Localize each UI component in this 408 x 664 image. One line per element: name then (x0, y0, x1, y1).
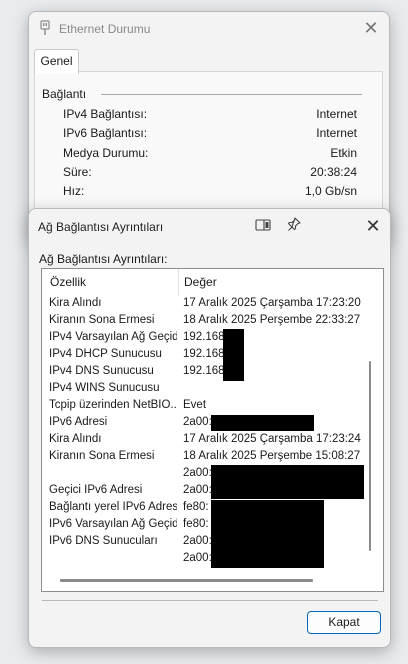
footer-divider (42, 600, 378, 601)
media-state-label: Medya Durumu: (63, 146, 149, 160)
list-item[interactable]: IPv4 WINS Sunucusu (42, 382, 383, 399)
property-cell: IPv6 Adresi (49, 416, 108, 428)
ipv4-connectivity-value: Internet (316, 107, 357, 121)
value-cell: fe80: (183, 518, 209, 530)
redaction-box (223, 329, 244, 381)
duration-value: 20:38:24 (310, 165, 357, 179)
redaction-box (211, 500, 324, 568)
property-cell: IPv4 DNS Sunucusu (49, 365, 154, 377)
close-icon[interactable]: ✕ (360, 17, 382, 39)
list-item[interactable]: IPv4 Varsayılan Ağ Geçidi 192.168 (42, 331, 383, 348)
list-item[interactable]: Kira Alındı 17 Aralık 2025 Çarşamba 17:2… (42, 297, 383, 314)
value-cell: 2a00: (183, 467, 212, 479)
ipv4-connectivity-label: IPv4 Bağlantısı: (63, 107, 148, 121)
property-cell: IPv4 Varsayılan Ağ Geçidi (49, 331, 177, 343)
details-titlebar[interactable]: Ağ Bağlantısı Ayrıntıları ✕ (29, 209, 390, 241)
column-header-property[interactable]: Özellik (42, 269, 179, 296)
tab-general[interactable]: Genel (34, 49, 79, 74)
speed-value: 1,0 Gb/sn (304, 184, 357, 198)
value-cell: fe80: (183, 501, 209, 513)
vertical-scrollbar[interactable] (369, 361, 371, 551)
snap-layout-icon[interactable] (255, 219, 271, 234)
property-cell: IPv4 DHCP Sunucusu (49, 348, 162, 360)
details-list[interactable]: Özellik Değer Kira Alındı 17 Aralık 2025… (41, 268, 384, 592)
value-cell: 192.168 (183, 365, 225, 377)
details-section-label: Ağ Bağlantısı Ayrıntıları: (39, 252, 168, 266)
property-cell: Kiranın Sona Ermesi (49, 314, 155, 326)
property-cell: IPv4 WINS Sunucusu (49, 382, 160, 394)
value-cell: 192.168 (183, 348, 225, 360)
property-cell: Kiranın Sona Ermesi (49, 450, 155, 462)
property-cell: IPv6 Varsayılan Ağ Geçidi (49, 518, 177, 530)
value-cell: Evet (183, 399, 207, 411)
ipv6-connectivity-value: Internet (316, 126, 357, 140)
close-icon[interactable]: ✕ (362, 215, 384, 237)
close-button[interactable]: Kapat (307, 611, 381, 634)
status-titlebar[interactable]: Ethernet Durumu ✕ (29, 12, 389, 44)
list-item[interactable]: Kira Alındı 17 Aralık 2025 Çarşamba 17:2… (42, 433, 383, 450)
ethernet-icon (40, 20, 50, 39)
list-item[interactable]: IPv4 DHCP Sunucusu 192.168 (42, 348, 383, 365)
property-cell: Tcpip üzerinden NetBIO... (49, 399, 177, 411)
connection-group-label: Bağlantı (42, 87, 87, 101)
value-cell: 2a00: (183, 552, 212, 564)
value-cell: 2a00: (183, 416, 212, 428)
group-divider (101, 94, 362, 95)
pin-icon[interactable] (287, 217, 301, 234)
list-item[interactable]: Tcpip üzerinden NetBIO... Evet (42, 399, 383, 416)
property-cell: Kira Alındı (49, 433, 102, 445)
column-header-value[interactable]: Değer (180, 269, 383, 296)
horizontal-scrollbar[interactable] (60, 579, 313, 582)
value-cell: 2a00: (183, 484, 212, 496)
value-cell: 2a00: (183, 535, 212, 547)
value-cell: 18 Aralık 2025 Perşembe 22:33:27 (183, 314, 361, 326)
redaction-box (211, 415, 314, 431)
value-cell: 17 Aralık 2025 Çarşamba 17:23:24 (183, 433, 361, 445)
property-cell: IPv6 DNS Sunucuları (49, 535, 158, 547)
duration-label: Süre: (63, 165, 92, 179)
property-cell: Geçici IPv6 Adresi (49, 484, 143, 496)
network-details-window: Ağ Bağlantısı Ayrıntıları ✕ Ağ Bağlantıs… (28, 208, 391, 648)
redaction-box (211, 465, 364, 499)
value-cell: 192.168 (183, 331, 225, 343)
value-cell: 17 Aralık 2025 Çarşamba 17:23:20 (183, 297, 361, 309)
property-cell: Bağlantı yerel IPv6 Adresi (49, 501, 177, 513)
media-state-value: Etkin (330, 146, 357, 160)
speed-label: Hız: (63, 184, 85, 198)
details-window-title: Ağ Bağlantısı Ayrıntıları (38, 220, 164, 234)
ipv6-connectivity-label: IPv6 Bağlantısı: (63, 126, 148, 140)
value-cell: 18 Aralık 2025 Perşembe 15:08:27 (183, 450, 361, 462)
list-item[interactable]: IPv4 DNS Sunucusu 192.168 (42, 365, 383, 382)
list-item[interactable]: Kiranın Sona Ermesi 18 Aralık 2025 Perşe… (42, 314, 383, 331)
property-cell: Kira Alındı (49, 297, 102, 309)
status-window-title: Ethernet Durumu (59, 22, 151, 36)
